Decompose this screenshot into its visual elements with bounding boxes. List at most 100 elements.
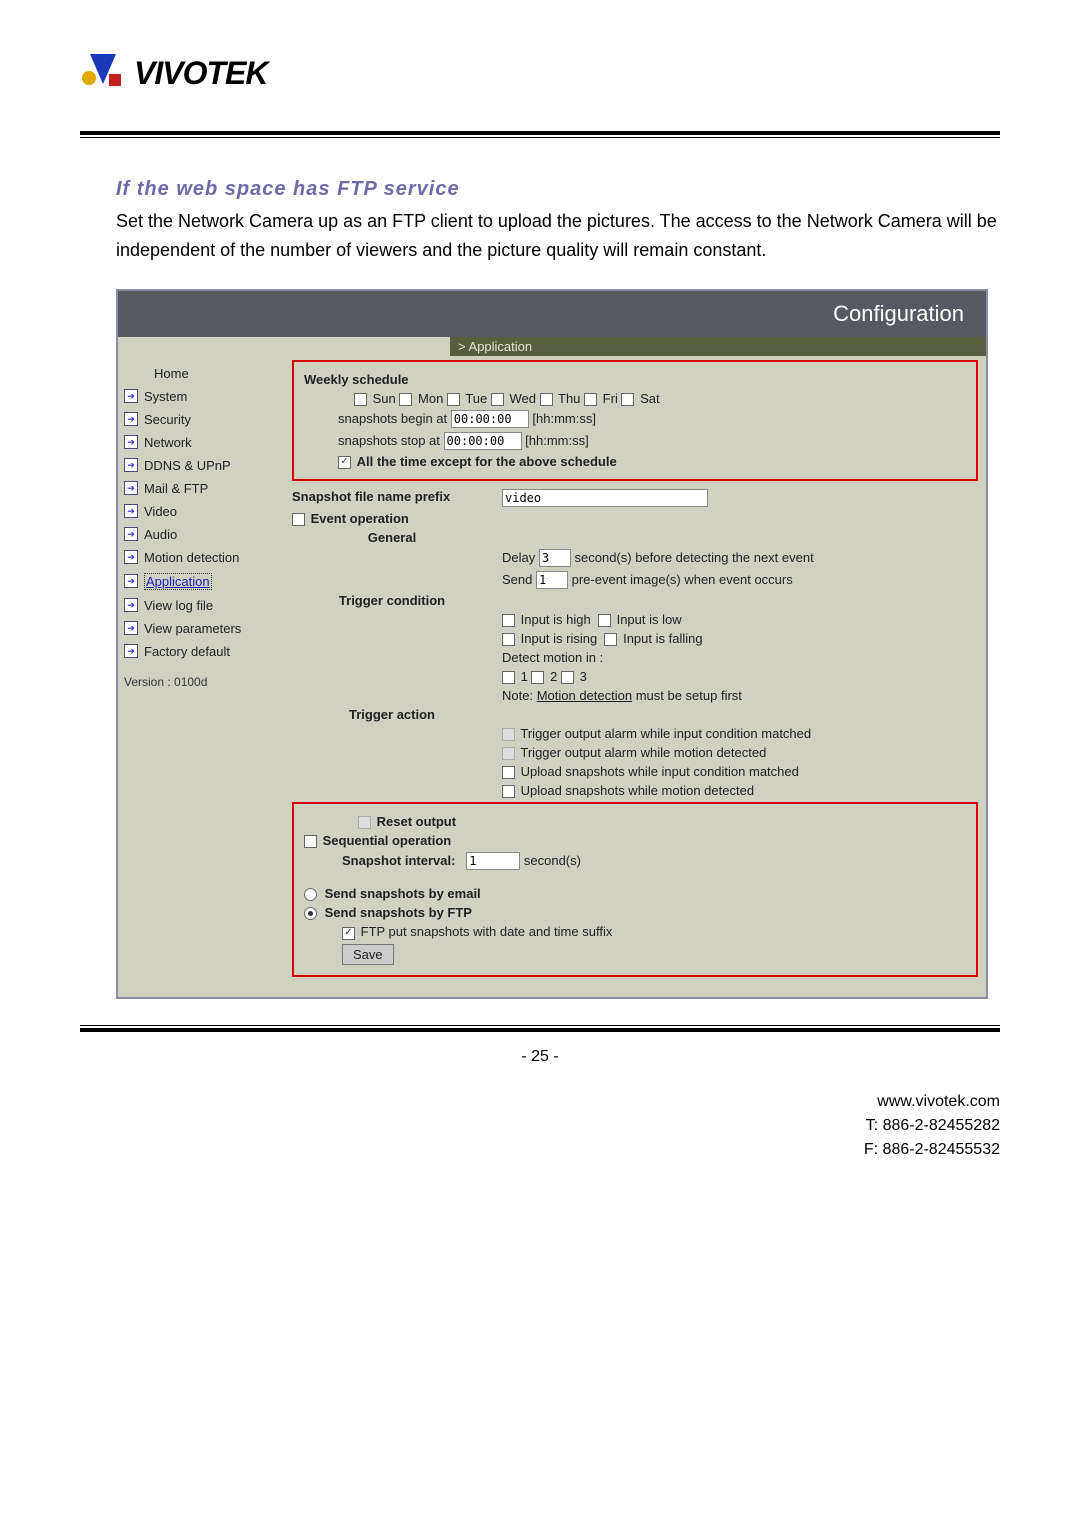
footer-contact: www.vivotek.com T: 886-2-82455282 F: 886… (80, 1090, 1000, 1162)
arrow-icon: ➔ (124, 598, 138, 612)
arrow-icon: ➔ (124, 389, 138, 403)
sequential-operation-label: Sequential operation (323, 833, 452, 848)
arrow-icon: ➔ (124, 504, 138, 518)
logo: VIVOTEK (80, 50, 1000, 101)
radio-send-ftp[interactable] (304, 907, 317, 920)
checkbox-ftp-suffix[interactable] (342, 927, 355, 940)
config-title: Configuration (118, 291, 986, 337)
interval-input[interactable] (466, 852, 520, 870)
arrow-icon: ➔ (124, 621, 138, 635)
stop-label: snapshots stop at (338, 433, 440, 448)
except-label: All the time except for the above schedu… (357, 454, 617, 469)
footer-fax: F: 886-2-82455532 (80, 1138, 1000, 1162)
sidebar-item-video[interactable]: ➔Video (118, 500, 284, 523)
vivotek-logo-mark (80, 50, 126, 96)
weekly-schedule-title: Weekly schedule (304, 372, 966, 387)
page-number: - 25 - (80, 1048, 1000, 1066)
checkbox-reset-output[interactable] (358, 816, 371, 829)
sidebar-item-mail-ftp[interactable]: ➔Mail & FTP (118, 477, 284, 500)
config-screenshot: Configuration > Application Home ➔System… (116, 289, 988, 999)
delay-input[interactable] (539, 549, 571, 567)
sidebar-item-application[interactable]: ➔Application (118, 569, 284, 594)
sidebar-item-factory-default[interactable]: ➔Factory default (118, 640, 284, 663)
delay-post: second(s) before detecting the next even… (575, 550, 814, 565)
checkbox-input-rising[interactable] (502, 633, 515, 646)
sidebar-item-view-parameters[interactable]: ➔View parameters (118, 617, 284, 640)
note-pre: Note: (502, 688, 537, 703)
checkbox-upload-motion[interactable] (502, 785, 515, 798)
send-email-label: Send snapshots by email (325, 886, 481, 901)
begin-time-input[interactable] (451, 410, 529, 428)
weekly-days: Sun Mon Tue Wed Thu Fri Sat (304, 391, 966, 406)
checkbox-fri[interactable] (584, 393, 597, 406)
horizontal-rule (80, 131, 1000, 138)
sidebar-item-system[interactable]: ➔System (118, 385, 284, 408)
general-label: General (292, 530, 492, 545)
sidebar-item-ddns-upnp[interactable]: ➔DDNS & UPnP (118, 454, 284, 477)
checkbox-thu[interactable] (540, 393, 553, 406)
checkbox-sequential-operation[interactable] (304, 835, 317, 848)
ftp-suffix-label: FTP put snapshots with date and time suf… (361, 924, 613, 939)
checkbox-motion-1[interactable] (502, 671, 515, 684)
sidebar-item-security[interactable]: ➔Security (118, 408, 284, 431)
arrow-icon: ➔ (124, 574, 138, 588)
send-post: pre-event image(s) when event occurs (572, 572, 793, 587)
checkbox-motion-3[interactable] (561, 671, 574, 684)
sidebar: Home ➔System ➔Security ➔Network ➔DDNS & … (118, 356, 284, 701)
checkbox-tue[interactable] (447, 393, 460, 406)
motion-detection-link[interactable]: Motion detection (537, 688, 632, 703)
trigger-action-label: Trigger action (292, 707, 492, 722)
footer-tel: T: 886-2-82455282 (80, 1114, 1000, 1138)
checkbox-upload-match[interactable] (502, 766, 515, 779)
checkbox-sat[interactable] (621, 393, 634, 406)
send-input[interactable] (536, 571, 568, 589)
sidebar-item-audio[interactable]: ➔Audio (118, 523, 284, 546)
note-post: must be setup first (632, 688, 742, 703)
main-panel: Weekly schedule Sun Mon Tue Wed Thu Fri … (284, 356, 986, 997)
reset-output-label: Reset output (377, 814, 456, 829)
arrow-icon: ➔ (124, 527, 138, 541)
detect-motion-label: Detect motion in : (502, 650, 603, 665)
arrow-icon: ➔ (124, 644, 138, 658)
send-pre: Send (502, 572, 532, 587)
event-operation-label: Event operation (311, 511, 409, 526)
arrow-icon: ➔ (124, 412, 138, 426)
sequential-operation-box: Reset output Sequential operation Snapsh… (292, 802, 978, 976)
checkbox-input-high[interactable] (502, 614, 515, 627)
delay-pre: Delay (502, 550, 535, 565)
checkbox-event-operation[interactable] (292, 513, 305, 526)
checkbox-mon[interactable] (399, 393, 412, 406)
body-text: Set the Network Camera up as an FTP clie… (116, 207, 1000, 265)
send-ftp-label: Send snapshots by FTP (325, 905, 472, 920)
checkbox-motion-2[interactable] (531, 671, 544, 684)
arrow-icon: ➔ (124, 481, 138, 495)
version-label: Version : 0100d (118, 663, 284, 701)
arrow-icon: ➔ (124, 435, 138, 449)
breadcrumb: > Application (450, 337, 986, 356)
interval-label: Snapshot interval: (342, 853, 455, 868)
save-button[interactable]: Save (342, 944, 394, 965)
checkbox-sun[interactable] (354, 393, 367, 406)
stop-time-input[interactable] (444, 432, 522, 450)
begin-format: [hh:mm:ss] (532, 411, 596, 426)
footer-url: www.vivotek.com (80, 1090, 1000, 1114)
trigger-condition-label: Trigger condition (292, 593, 492, 608)
arrow-icon: ➔ (124, 550, 138, 564)
logo-text: VIVOTEK (134, 55, 267, 92)
radio-send-email[interactable] (304, 888, 317, 901)
snapshot-prefix-label: Snapshot file name prefix (292, 489, 492, 504)
sidebar-item-network[interactable]: ➔Network (118, 431, 284, 454)
snapshot-prefix-input[interactable] (502, 489, 708, 507)
sidebar-item-home[interactable]: Home (118, 362, 284, 385)
checkbox-trigger-output-motion[interactable] (502, 747, 515, 760)
sidebar-item-motion-detection[interactable]: ➔Motion detection (118, 546, 284, 569)
begin-label: snapshots begin at (338, 411, 447, 426)
checkbox-all-time-except[interactable] (338, 456, 351, 469)
section-heading: If the web space has FTP service (116, 178, 1000, 201)
sidebar-item-view-log[interactable]: ➔View log file (118, 594, 284, 617)
checkbox-input-falling[interactable] (604, 633, 617, 646)
checkbox-trigger-output-match[interactable] (502, 728, 515, 741)
checkbox-wed[interactable] (491, 393, 504, 406)
checkbox-input-low[interactable] (598, 614, 611, 627)
arrow-icon: ➔ (124, 458, 138, 472)
